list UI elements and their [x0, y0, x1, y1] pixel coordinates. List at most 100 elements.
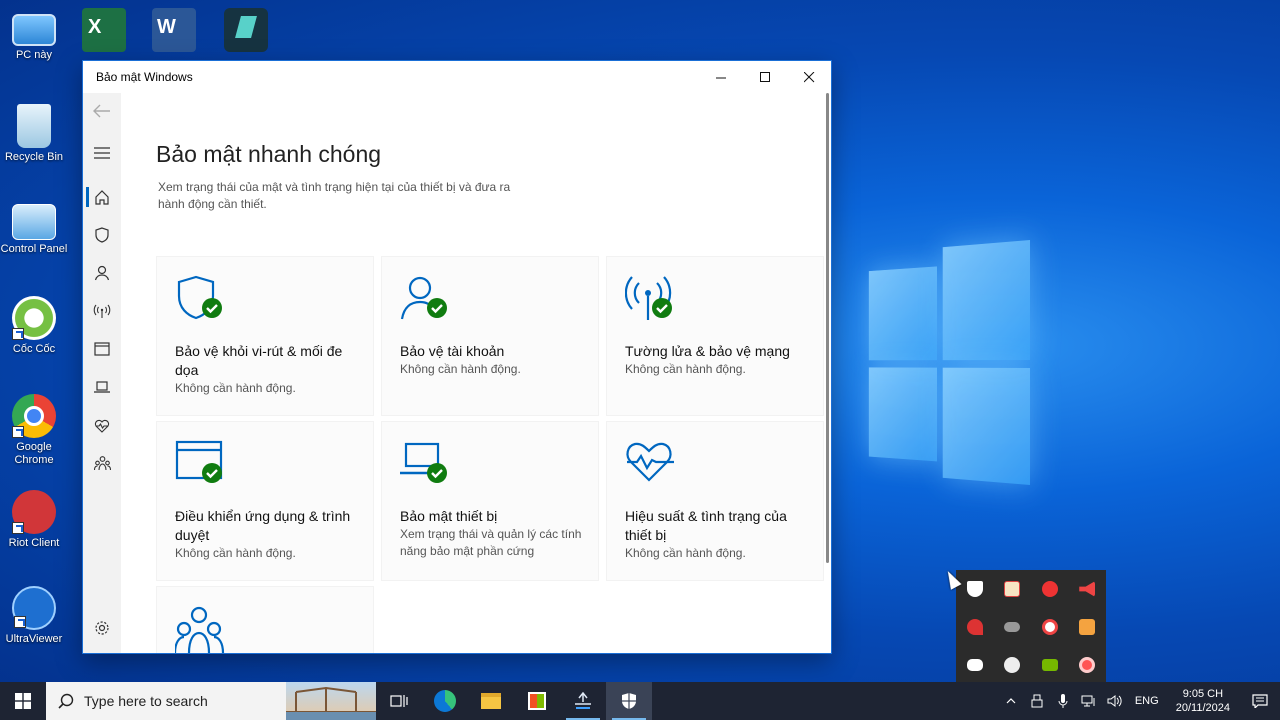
card-account-protection[interactable]: Bảo vệ tài khoản Không cần hành động.	[381, 256, 599, 416]
taskbar-windows-security[interactable]	[606, 682, 652, 720]
tray-chat-app[interactable]	[1031, 570, 1069, 608]
tray-windows-security[interactable]	[956, 570, 994, 608]
scrollbar[interactable]	[826, 93, 829, 563]
close-button[interactable]	[787, 61, 831, 93]
card-title: Bảo vệ khỏi vi-rút & mối đe dọa	[175, 343, 343, 378]
nav-app-browser[interactable]	[83, 331, 121, 367]
taskbar-upload-app[interactable]	[560, 682, 606, 720]
nav-device-performance[interactable]	[83, 407, 121, 443]
back-button[interactable]	[83, 93, 121, 129]
desktop-icon-ultraviewer[interactable]: UltraViewer	[0, 586, 70, 646]
bridge-icon	[286, 686, 376, 720]
riot-client-icon	[12, 490, 56, 534]
card-status: Không cần hành động.	[400, 362, 521, 376]
show-hidden-icons-button[interactable]	[1000, 698, 1022, 704]
tray-volume[interactable]	[1104, 694, 1126, 708]
microphone-icon	[1058, 694, 1068, 708]
clock-time: 9:05 CH	[1182, 688, 1224, 700]
card-family-options[interactable]	[156, 586, 374, 653]
nav-account-protection[interactable]	[83, 255, 121, 291]
family-icon	[175, 606, 225, 653]
search-highlight-image	[286, 682, 376, 720]
tray-discord[interactable]	[956, 646, 994, 684]
tray-speaker-alert[interactable]	[1069, 570, 1107, 608]
desktop-icon-riot-client[interactable]: Riot Client	[0, 490, 70, 550]
browser-icon	[94, 342, 110, 356]
desktop-icon-coc-coc[interactable]: Cốc Cốc	[0, 296, 70, 356]
word-desktop-icon[interactable]: W	[152, 8, 196, 52]
control-panel-icon	[12, 204, 56, 240]
shield-icon	[95, 227, 109, 243]
tray-onedrive[interactable]	[994, 608, 1032, 646]
heart-pulse-icon	[626, 442, 674, 482]
cloud-tray-icon	[1004, 622, 1021, 632]
tray-recorder[interactable]	[1069, 646, 1107, 684]
nav-settings[interactable]	[83, 610, 121, 646]
task-view-button[interactable]	[376, 682, 422, 720]
ultraviewer-icon	[12, 586, 56, 630]
card-title: Tường lửa & bảo vệ mạng	[625, 343, 790, 359]
nvidia-tray-icon	[1041, 659, 1058, 671]
system-tray: ENG 9:05 CH 20/11/2024	[998, 682, 1280, 720]
minimize-button[interactable]	[699, 61, 743, 93]
browser-check-icon	[175, 440, 223, 483]
title-bar[interactable]: Bảo mật Windows	[83, 61, 831, 93]
app-tray-icon	[1041, 619, 1058, 635]
tray-app-house[interactable]	[1069, 608, 1107, 646]
hamburger-icon	[94, 147, 110, 159]
nav-virus-protection[interactable]	[83, 217, 121, 253]
desktop-icon-recycle-bin[interactable]: Recycle Bin	[0, 104, 70, 164]
input-language-button[interactable]: ENG	[1130, 695, 1164, 707]
folder-icon	[481, 693, 501, 709]
desktop-icon-google-chrome[interactable]: Google Chrome	[0, 394, 70, 467]
taskbar-store[interactable]	[514, 682, 560, 720]
tray-network[interactable]	[1078, 694, 1100, 708]
search-placeholder: Type here to search	[84, 693, 208, 709]
filmora-desktop-icon[interactable]	[224, 8, 268, 52]
card-virus-protection[interactable]: Bảo vệ khỏi vi-rút & mối đe dọa Không cầ…	[156, 256, 374, 416]
tray-microphone[interactable]	[1052, 694, 1074, 708]
back-arrow-icon	[93, 104, 110, 118]
gear-icon	[95, 621, 109, 635]
taskbar-edge[interactable]	[422, 682, 468, 720]
desktop-icon-this-pc[interactable]: PC này	[0, 8, 70, 62]
tray-usb[interactable]	[1026, 694, 1048, 708]
chat-tray-icon	[1041, 581, 1058, 597]
megaphone-tray-icon	[1079, 581, 1096, 597]
nav-family-options[interactable]	[83, 445, 121, 481]
nav-device-security[interactable]	[83, 369, 121, 405]
nav-home[interactable]	[83, 179, 121, 215]
card-app-browser-control[interactable]: Điều khiển ứng dụng & trình duyệt Không …	[156, 421, 374, 581]
upload-icon	[575, 692, 591, 709]
taskbar-file-explorer[interactable]	[468, 682, 514, 720]
tray-riot[interactable]	[956, 608, 994, 646]
card-device-performance[interactable]: Hiệu suất & tình trạng của thiết bị Khôn…	[606, 421, 824, 581]
antenna-check-icon	[625, 276, 672, 320]
card-device-security[interactable]: Bảo mật thiết bị Xem trạng thái và quản …	[381, 421, 599, 581]
clock[interactable]: 9:05 CH 20/11/2024	[1176, 687, 1230, 715]
left-nav	[83, 93, 121, 653]
tray-app-g[interactable]	[1031, 608, 1069, 646]
shield-tray-icon	[966, 581, 983, 597]
maximize-button[interactable]	[743, 61, 787, 93]
minimize-icon	[715, 77, 726, 78]
search-box[interactable]: Type here to search	[46, 682, 376, 720]
notification-center-button[interactable]	[1240, 694, 1280, 708]
home-icon	[95, 190, 109, 205]
desktop-icon-control-panel[interactable]: Control Panel	[0, 204, 70, 256]
card-firewall[interactable]: Tường lửa & bảo vệ mạng Không cần hành đ…	[606, 256, 824, 416]
search-icon	[58, 693, 74, 709]
network-icon	[1081, 695, 1095, 707]
menu-button[interactable]	[83, 135, 121, 171]
riot-tray-icon	[966, 619, 983, 635]
tray-power-app[interactable]	[994, 646, 1032, 684]
clock-date: 20/11/2024	[1175, 702, 1230, 714]
tray-vietkey[interactable]	[994, 570, 1032, 608]
excel-desktop-icon[interactable]: X	[82, 8, 126, 52]
computer-icon	[12, 14, 56, 46]
antenna-icon	[93, 304, 111, 318]
shield-check-icon	[177, 275, 222, 320]
start-button[interactable]	[0, 682, 46, 720]
nav-firewall[interactable]	[83, 293, 121, 329]
tray-nvidia[interactable]	[1031, 646, 1069, 684]
